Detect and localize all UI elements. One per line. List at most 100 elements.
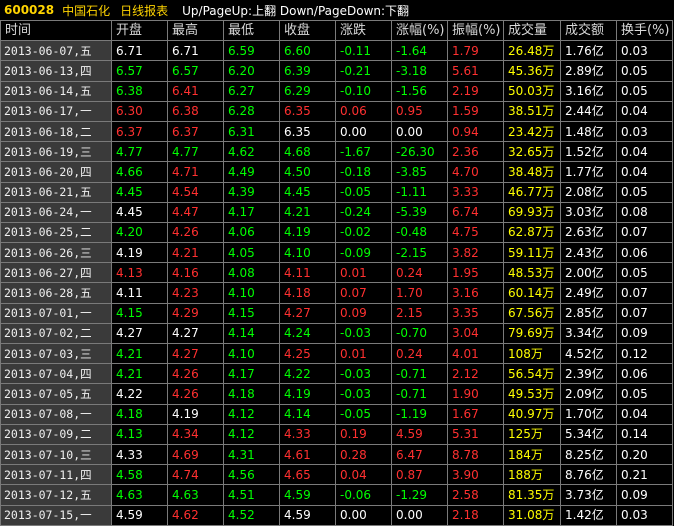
col-header-open[interactable]: 开盘 <box>111 19 168 42</box>
col-header-change[interactable]: 涨跌 <box>335 19 392 42</box>
cell-low: 4.56 <box>223 464 280 486</box>
cell-close: 4.25 <box>279 342 336 365</box>
cell-turnover: 0.04 <box>616 141 673 163</box>
cell-change: -0.24 <box>335 201 392 223</box>
cell-turnover: 0.03 <box>616 504 673 526</box>
cell-open: 4.77 <box>111 141 168 163</box>
col-header-high[interactable]: 最高 <box>167 19 224 42</box>
table-row[interactable]: 2013-06-17,一 6.30 6.38 6.28 6.35 0.06 0.95 1.59… <box>0 100 673 122</box>
cell-low: 4.31 <box>223 443 280 466</box>
cell-close: 4.14 <box>279 403 336 425</box>
cell-high: 4.26 <box>167 383 224 405</box>
table-row[interactable]: 2013-06-19,三 4.77 4.77 4.62 4.68 -1.67 -26.30 2… <box>0 141 673 163</box>
cell-high: 4.29 <box>167 302 224 324</box>
cell-change: -1.67 <box>335 141 392 163</box>
table-row[interactable]: 2013-06-18,二 6.37 6.37 6.31 6.35 0.00 0.00 0.94… <box>0 120 673 143</box>
cell-amount: 3.16亿 <box>560 80 617 102</box>
table-row[interactable]: 2013-07-11,四 4.58 4.74 4.56 4.65 0.04 0.87 3.90… <box>0 464 673 486</box>
cell-turnover: 0.21 <box>616 464 673 486</box>
table-row[interactable]: 2013-06-28,五 4.11 4.23 4.10 4.18 0.07 1.70 3.16… <box>0 282 673 304</box>
cell-low: 4.17 <box>223 201 280 223</box>
table-row[interactable]: 2013-06-24,一 4.45 4.47 4.17 4.21 -0.24 -5.39 6.… <box>0 201 673 223</box>
cell-date: 2013-06-26,三 <box>0 242 112 264</box>
table-row[interactable]: 2013-07-12,五 4.63 4.63 4.51 4.59 -0.06 -1.29 2.… <box>0 484 673 506</box>
cell-high: 4.27 <box>167 342 224 365</box>
table-row[interactable]: 2013-06-07,五 6.71 6.71 6.59 6.60 -0.11 -1.64 1.… <box>0 40 673 62</box>
cell-high: 6.38 <box>167 100 224 122</box>
cell-volume: 26.48万 <box>503 40 561 62</box>
cell-high: 4.74 <box>167 464 224 486</box>
cell-close: 6.39 <box>279 60 336 82</box>
cell-amount: 8.25亿 <box>560 443 617 466</box>
cell-pct: -3.18 <box>391 60 448 82</box>
cell-open: 4.45 <box>111 181 168 203</box>
table-row[interactable]: 2013-07-09,二 4.13 4.34 4.12 4.33 0.19 4.59 5.31… <box>0 423 673 445</box>
cell-amount: 2.39亿 <box>560 363 617 385</box>
cell-open: 4.11 <box>111 282 168 304</box>
cell-close: 4.27 <box>279 302 336 324</box>
cell-turnover: 0.20 <box>616 443 673 466</box>
cell-close: 4.19 <box>279 383 336 405</box>
table-row[interactable]: 2013-07-03,三 4.21 4.27 4.10 4.25 0.01 0.24 4.01… <box>0 342 673 365</box>
cell-volume: 62.87万 <box>503 221 561 244</box>
cell-date: 2013-06-25,二 <box>0 221 112 244</box>
cell-turnover: 0.07 <box>616 282 673 304</box>
cell-amplitude: 5.31 <box>447 423 504 445</box>
cell-high: 4.26 <box>167 363 224 385</box>
table-row[interactable]: 2013-07-08,一 4.18 4.19 4.12 4.14 -0.05 -1.19 1.… <box>0 403 673 425</box>
cell-volume: 38.51万 <box>503 100 561 122</box>
cell-low: 4.15 <box>223 302 280 324</box>
col-header-low[interactable]: 最低 <box>223 19 280 42</box>
cell-date: 2013-07-01,一 <box>0 302 112 324</box>
cell-high: 4.69 <box>167 443 224 466</box>
col-header-time[interactable]: 时间 <box>0 19 112 42</box>
cell-close: 4.18 <box>279 282 336 304</box>
table-row[interactable]: 2013-06-26,三 4.19 4.21 4.05 4.10 -0.09 -2.15 3.… <box>0 242 673 264</box>
table-row[interactable]: 2013-07-02,二 4.27 4.27 4.14 4.24 -0.03 -0.70 3.… <box>0 322 673 345</box>
cell-low: 4.52 <box>223 504 280 526</box>
table-row[interactable]: 2013-07-15,一 4.59 4.62 4.52 4.59 0.00 0.00 2.18… <box>0 504 673 526</box>
table-row[interactable]: 2013-07-10,三 4.33 4.69 4.31 4.61 0.28 6.47 8.78… <box>0 443 673 466</box>
col-header-amount[interactable]: 成交额 <box>560 19 617 42</box>
col-header-close[interactable]: 收盘 <box>279 19 336 42</box>
cell-volume: 188万 <box>503 464 561 486</box>
col-header-amplitude[interactable]: 振幅(%) <box>447 19 504 42</box>
cell-date: 2013-06-18,二 <box>0 120 112 143</box>
cell-volume: 45.36万 <box>503 60 561 82</box>
cell-turnover: 0.05 <box>616 60 673 82</box>
table-row[interactable]: 2013-06-25,二 4.20 4.26 4.06 4.19 -0.02 -0.48 4.… <box>0 221 673 244</box>
cell-turnover: 0.04 <box>616 161 673 183</box>
table-row[interactable]: 2013-07-04,四 4.21 4.26 4.17 4.22 -0.03 -0.71 2.… <box>0 363 673 385</box>
cell-date: 2013-06-28,五 <box>0 282 112 304</box>
cell-date: 2013-06-21,五 <box>0 181 112 203</box>
table-row[interactable]: 2013-06-13,四 6.57 6.57 6.20 6.39 -0.21 -3.18 5.… <box>0 60 673 82</box>
cell-close: 6.29 <box>279 80 336 102</box>
cell-amplitude: 1.67 <box>447 403 504 425</box>
cell-pct: -1.64 <box>391 40 448 62</box>
cell-amplitude: 0.94 <box>447 120 504 143</box>
cell-change: 0.09 <box>335 302 392 324</box>
table-row[interactable]: 2013-06-20,四 4.66 4.71 4.49 4.50 -0.18 -3.85 4.… <box>0 161 673 183</box>
cell-amplitude: 5.61 <box>447 60 504 82</box>
table-row[interactable]: 2013-07-01,一 4.15 4.29 4.15 4.27 0.09 2.15 3.35… <box>0 302 673 324</box>
header-row: 时间 开盘 最高 最低 收盘 涨跌 涨幅(%) 振幅(%) 成交量 成交额 换手… <box>0 19 673 42</box>
cell-amplitude: 4.75 <box>447 221 504 244</box>
cell-open: 4.27 <box>111 322 168 345</box>
cell-open: 4.21 <box>111 363 168 385</box>
table-row[interactable]: 2013-06-21,五 4.45 4.54 4.39 4.45 -0.05 -1.11 3.… <box>0 181 673 203</box>
cell-high: 6.71 <box>167 40 224 62</box>
col-header-turnover[interactable]: 换手(%) <box>616 19 673 42</box>
cell-low: 4.49 <box>223 161 280 183</box>
col-header-volume[interactable]: 成交量 <box>503 19 561 42</box>
table-row[interactable]: 2013-07-05,五 4.22 4.26 4.18 4.19 -0.03 -0.71 1.… <box>0 383 673 405</box>
cell-turnover: 0.07 <box>616 302 673 324</box>
table-row[interactable]: 2013-06-14,五 6.38 6.41 6.27 6.29 -0.10 -1.56 2.… <box>0 80 673 102</box>
cell-close: 4.61 <box>279 443 336 466</box>
table-row[interactable]: 2013-06-27,四 4.13 4.16 4.08 4.11 0.01 0.24 1.95… <box>0 262 673 284</box>
cell-low: 4.17 <box>223 363 280 385</box>
cell-volume: 31.08万 <box>503 504 561 526</box>
cell-change: -0.05 <box>335 181 392 203</box>
cell-close: 4.33 <box>279 423 336 445</box>
cell-volume: 81.35万 <box>503 484 561 506</box>
col-header-pct[interactable]: 涨幅(%) <box>391 19 448 42</box>
